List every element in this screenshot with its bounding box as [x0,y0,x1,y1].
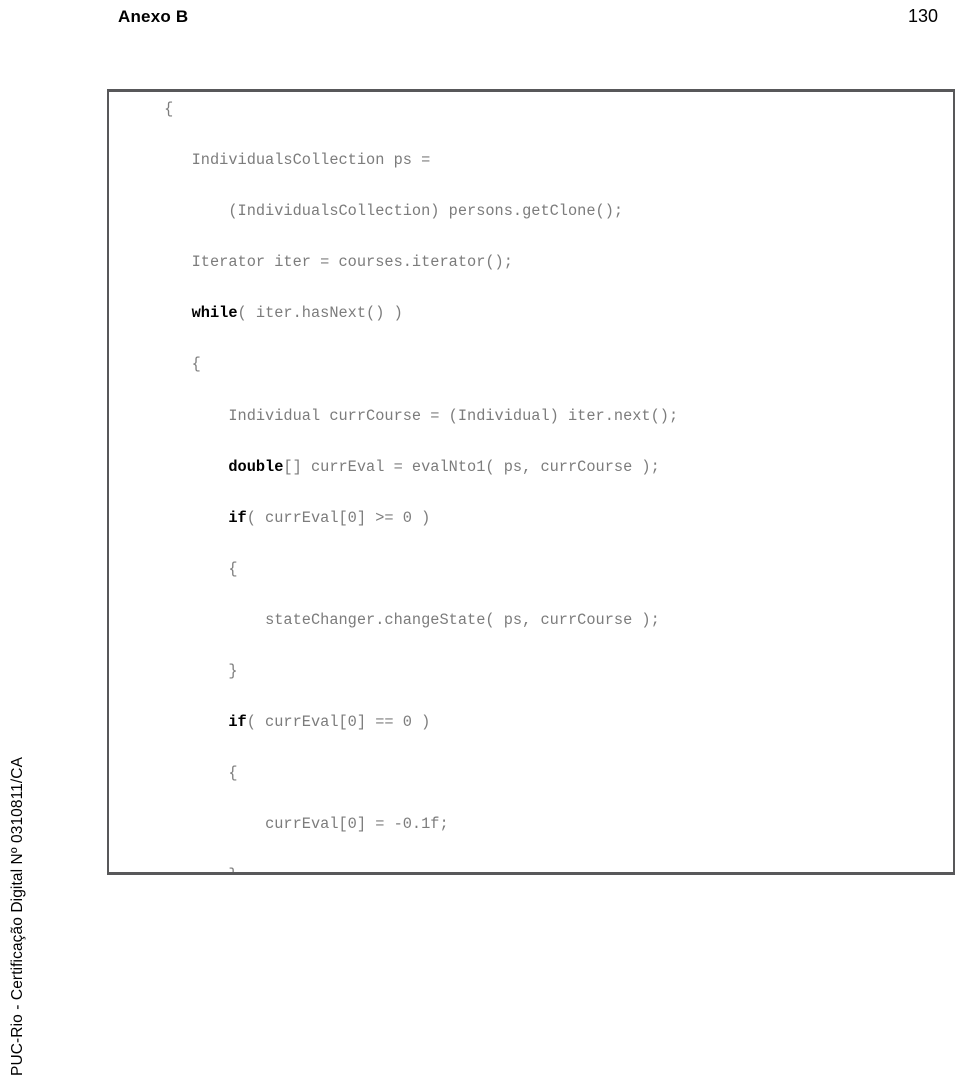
code-text: IndividualsCollection ps = [191,151,431,170]
code-line: stateChanger.changeState( ps, currCourse… [109,608,953,634]
code-text: Individual currCourse = (Individual) ite… [228,406,679,425]
code-line: if( currEval[0] == 0 ) [109,710,953,736]
code-line: Iterator iter = courses.iterator(); [109,250,953,276]
code-text: stateChanger.changeState( ps, currCourse… [265,610,660,629]
certification-watermark: PUC-Rio - Certificação Digital Nº 031081… [0,671,30,1076]
code-line: { [109,352,953,378]
code-listing-box: { IndividualsCollection ps = (Individual… [107,89,955,875]
code-keyword: while [191,304,238,323]
code-keyword: if [228,713,247,732]
code-line: (IndividualsCollection) persons.getClone… [109,199,953,225]
code-line: } [109,863,953,872]
code-line: while( iter.hasNext() ) [109,301,953,327]
page-header: Anexo B 130 [0,0,960,46]
code-text: { [228,764,238,783]
code-line: { [109,761,953,787]
code-keyword: double [228,457,284,476]
code-text: (IndividualsCollection) persons.getClone… [228,202,624,221]
code-text: } [228,662,238,681]
page-title: Anexo B [118,7,189,26]
code-line: Individual currCourse = (Individual) ite… [109,404,953,430]
code-line: currEval[0] = -0.1f; [109,812,953,838]
code-line: IndividualsCollection ps = [109,148,953,174]
code-text: Iterator iter = courses.iterator(); [191,253,513,272]
code-text: ( currEval[0] == 0 ) [246,713,431,732]
code-line: } [109,659,953,685]
code-text: currEval[0] = -0.1f; [265,815,449,834]
code-text: { [164,100,174,118]
code-text: [] currEval = evalNto1( ps, currCourse )… [283,457,660,476]
code-line: double[] currEval = evalNto1( ps, currCo… [109,455,953,481]
code-text: { [191,355,201,374]
code-text: } [228,866,237,872]
code-keyword: if [228,508,247,527]
page-number: 130 [907,6,938,26]
code-text: ( iter.hasNext() ) [237,304,403,323]
code-listing: { IndividualsCollection ps = (Individual… [109,92,953,872]
code-text: ( currEval[0] >= 0 ) [246,508,431,527]
code-line: { [109,97,953,123]
code-line: { [109,557,953,583]
code-line: if( currEval[0] >= 0 ) [109,506,953,532]
code-text: { [228,559,238,578]
certification-watermark-text: PUC-Rio - Certificação Digital Nº 031081… [9,756,26,1076]
